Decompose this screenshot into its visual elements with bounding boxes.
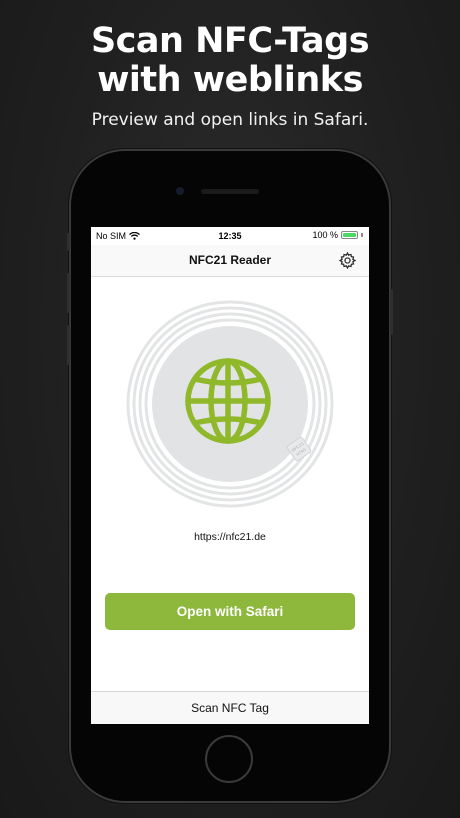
volume-down-button — [67, 325, 70, 365]
scan-nfc-tag-button[interactable]: Scan NFC Tag — [91, 691, 369, 724]
open-with-safari-button[interactable]: Open with Safari — [105, 593, 355, 630]
gear-icon[interactable] — [338, 251, 357, 270]
promo-subline: Preview and open links in Safari. — [91, 110, 369, 130]
globe-icon — [185, 358, 271, 444]
battery-cap — [361, 233, 363, 237]
status-bar: No SIM 12:35 100 % — [91, 227, 369, 245]
app-screen: No SIM 12:35 100 % NFC21 Reader NFC21 NT… — [91, 227, 369, 724]
navigation-bar: NFC21 Reader — [91, 245, 369, 277]
tag-url: https://nfc21.de — [194, 531, 266, 543]
phone-frame: No SIM 12:35 100 % NFC21 Reader NFC21 NT… — [67, 151, 393, 801]
battery-icon — [341, 231, 358, 239]
status-right: 100 % — [312, 230, 363, 240]
home-button[interactable] — [205, 735, 253, 783]
front-camera — [176, 187, 184, 195]
nfc-tag-illustration: NFC21 NTAG — [125, 299, 335, 509]
open-with-safari-label: Open with Safari — [176, 604, 284, 619]
earpiece — [201, 189, 259, 194]
nav-title: NFC21 Reader — [188, 253, 272, 267]
promo-headline-line-1: Scan NFC-Tags — [90, 21, 370, 61]
nfc-tag-graphic: NFC21 NTAG — [126, 300, 334, 508]
battery-fill — [343, 233, 356, 237]
scan-nfc-tag-label: Scan NFC Tag — [191, 701, 269, 715]
mute-switch — [67, 233, 70, 251]
promo-headline-line-2: with weblinks — [97, 60, 363, 100]
volume-up-button — [67, 273, 70, 313]
power-button — [390, 289, 393, 335]
battery-percentage: 100 % — [312, 230, 338, 240]
promo-headline: Scan NFC-Tags with weblinks — [0, 22, 460, 100]
